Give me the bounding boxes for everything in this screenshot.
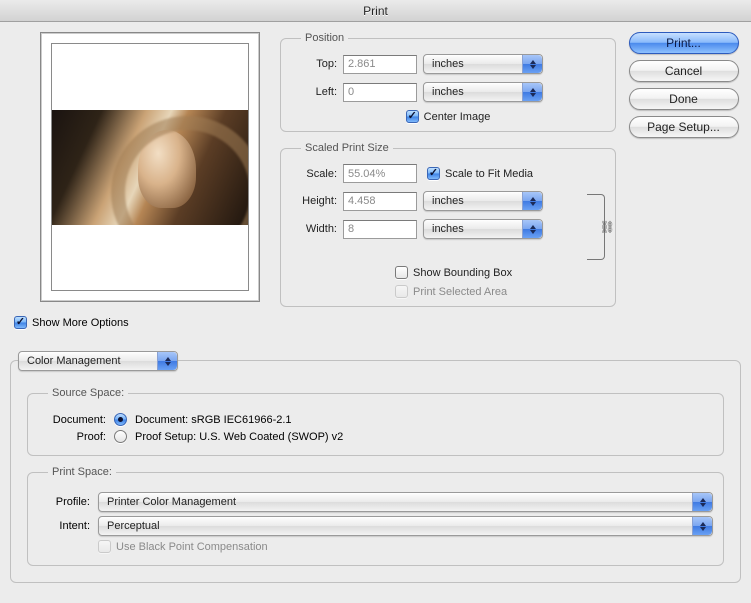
show-more-options-checkbox[interactable] xyxy=(14,316,27,329)
intent-label: Intent: xyxy=(38,520,90,532)
position-legend: Position xyxy=(301,32,348,44)
position-left-input xyxy=(343,83,417,102)
print-button[interactable]: Print... xyxy=(629,32,739,54)
popup-caret-icon xyxy=(522,83,542,101)
proof-label: Proof: xyxy=(38,431,106,443)
popup-caret-icon xyxy=(522,220,542,238)
width-input xyxy=(343,220,417,239)
print-selected-area-checkbox xyxy=(395,285,408,298)
center-image-label: Center Image xyxy=(424,111,491,123)
print-selected-area-label: Print Selected Area xyxy=(413,286,507,298)
aspect-ratio-link-bracket: ⛓ xyxy=(587,194,605,260)
center-image-checkbox[interactable] xyxy=(406,110,419,123)
options-panel-selector-popup[interactable]: Color Management xyxy=(18,351,178,371)
width-units-popup[interactable]: inches xyxy=(423,219,543,239)
cancel-button[interactable]: Cancel xyxy=(629,60,739,82)
height-input xyxy=(343,192,417,211)
show-bounding-box-label: Show Bounding Box xyxy=(413,267,512,279)
black-point-compensation-checkbox xyxy=(98,540,111,553)
show-bounding-box-checkbox[interactable] xyxy=(395,266,408,279)
print-space-group: Print Space: Profile: Printer Color Mana… xyxy=(27,466,724,566)
source-space-document-radio[interactable] xyxy=(114,413,127,426)
profile-value: Printer Color Management xyxy=(107,496,236,508)
print-space-legend: Print Space: xyxy=(48,466,116,478)
page-setup-button[interactable]: Page Setup... xyxy=(629,116,739,138)
intent-value: Perceptual xyxy=(107,520,160,532)
black-point-compensation-label: Use Black Point Compensation xyxy=(116,541,268,553)
show-more-options-label: Show More Options xyxy=(32,317,129,329)
color-management-panel: Source Space: Document: Document: sRGB I… xyxy=(10,360,741,583)
position-left-label: Left: xyxy=(291,86,337,98)
source-space-proof-radio[interactable] xyxy=(114,430,127,443)
popup-caret-icon xyxy=(692,517,712,535)
popup-caret-icon xyxy=(522,192,542,210)
scaled-print-size-group: Scaled Print Size Scale: Scale to Fit Me… xyxy=(280,142,616,307)
position-top-input xyxy=(343,55,417,74)
position-top-units-value: inches xyxy=(432,58,464,70)
intent-popup[interactable]: Perceptual xyxy=(98,516,713,536)
source-space-group: Source Space: Document: Document: sRGB I… xyxy=(27,387,724,456)
popup-caret-icon xyxy=(692,493,712,511)
proof-setup-value: Proof Setup: U.S. Web Coated (SWOP) v2 xyxy=(135,431,343,443)
done-button[interactable]: Done xyxy=(629,88,739,110)
aspect-ratio-link-icon[interactable]: ⛓ xyxy=(600,220,615,234)
scale-to-fit-media-checkbox[interactable] xyxy=(427,167,440,180)
position-top-label: Top: xyxy=(291,58,337,70)
position-left-units-popup[interactable]: inches xyxy=(423,82,543,102)
profile-popup[interactable]: Printer Color Management xyxy=(98,492,713,512)
height-units-value: inches xyxy=(432,195,464,207)
source-space-legend: Source Space: xyxy=(48,387,128,399)
options-panel-selector-value: Color Management xyxy=(27,355,121,367)
width-label: Width: xyxy=(291,223,337,235)
width-units-value: inches xyxy=(432,223,464,235)
scaled-legend: Scaled Print Size xyxy=(301,142,393,154)
print-preview-frame xyxy=(40,32,260,302)
window-titlebar: Print xyxy=(0,0,751,22)
print-preview-image xyxy=(52,110,248,225)
height-units-popup[interactable]: inches xyxy=(423,191,543,211)
popup-caret-icon xyxy=(522,55,542,73)
document-label: Document: xyxy=(38,414,106,426)
scale-label: Scale: xyxy=(291,168,337,180)
profile-label: Profile: xyxy=(38,496,90,508)
position-top-units-popup[interactable]: inches xyxy=(423,54,543,74)
document-profile-value: Document: sRGB IEC61966-2.1 xyxy=(135,414,292,426)
scale-input xyxy=(343,164,417,183)
scale-to-fit-media-label: Scale to Fit Media xyxy=(445,168,533,180)
print-preview-page xyxy=(51,43,249,291)
position-group: Position Top: inches Left: inches xyxy=(280,32,616,132)
popup-caret-icon xyxy=(157,352,177,370)
height-label: Height: xyxy=(291,195,337,207)
position-left-units-value: inches xyxy=(432,86,464,98)
